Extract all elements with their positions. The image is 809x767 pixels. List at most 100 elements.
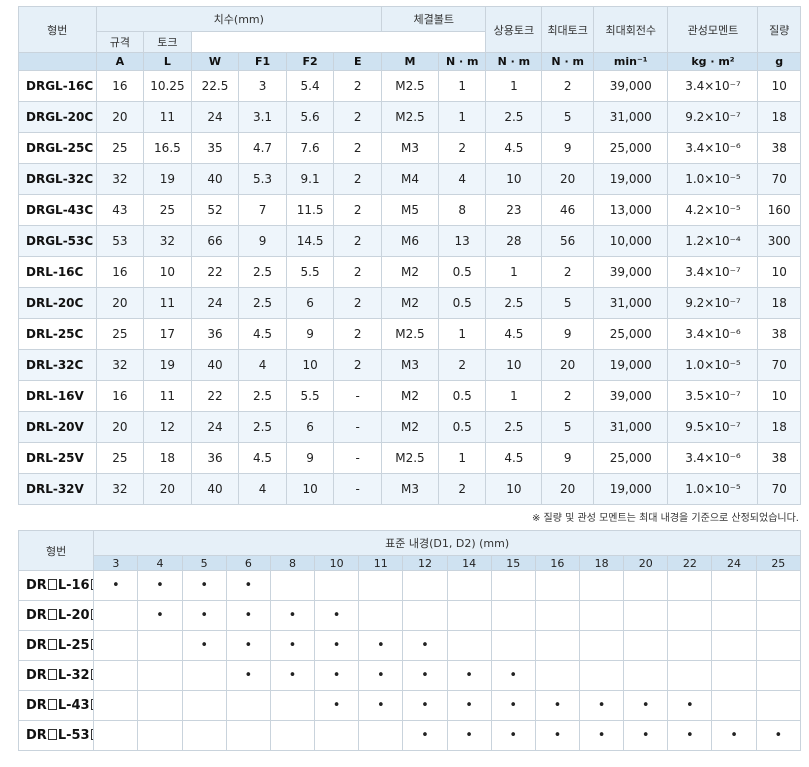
value-cell: M3 xyxy=(381,132,439,164)
availability-cell: • xyxy=(269,630,316,661)
spec-row: DRL-20C 20 11 24 2.5 6 2 M2 0.5 2.5 5 31,000 9.2×10⁻… xyxy=(18,287,801,319)
available-dot: • xyxy=(509,668,518,683)
value-cell: 20 xyxy=(95,287,145,319)
bore-size-cell: 4 xyxy=(137,555,183,571)
availability-cell xyxy=(667,600,713,631)
availability-cell xyxy=(711,690,757,721)
value-cell: 70 xyxy=(757,473,801,505)
availability-cell xyxy=(711,630,757,661)
blank-box-icon xyxy=(47,639,57,650)
value-cell: 2 xyxy=(333,101,383,133)
availability-cell: • xyxy=(667,690,713,721)
value-cell: 32 xyxy=(95,349,145,381)
value-cell: 1.2×10⁻⁴ xyxy=(667,225,759,257)
unit-cell: E xyxy=(333,52,383,71)
value-cell: 11 xyxy=(143,101,192,133)
value-cell: 32 xyxy=(143,225,192,257)
availability-cell: • xyxy=(446,720,492,751)
value-cell: 25 xyxy=(95,442,145,474)
availability-cell xyxy=(314,570,360,601)
spec-row: DRGL-16C 16 10.25 22.5 3 5.4 2 M2.5 1 1 2 39,000 3.4… xyxy=(18,70,801,102)
value-cell: 14.5 xyxy=(285,225,335,257)
bore-size-cell: 25 xyxy=(755,555,802,571)
value-cell: 16 xyxy=(95,70,145,102)
value-cell: 3.4×10⁻⁶ xyxy=(667,132,759,164)
value-cell: 7.6 xyxy=(285,132,335,164)
value-cell: 4 xyxy=(238,473,287,505)
model-prefix: DR xyxy=(26,728,47,743)
availability-cell: • xyxy=(490,720,536,751)
value-cell: M3 xyxy=(381,473,439,505)
value-cell: 16 xyxy=(95,256,145,288)
value-cell: 66 xyxy=(190,225,240,257)
footnote: ※ 질량 및 관성 모멘트는 최대 내경을 기준으로 산정되었습니다. xyxy=(532,513,799,524)
available-dot: • xyxy=(200,638,208,653)
value-cell: - xyxy=(333,473,383,505)
value-cell: 2 xyxy=(333,256,383,288)
spec-table: 형번 치수(mm) 체결볼트 상용토크 최대토크 최대회전수 관성모멘트 질량 … xyxy=(18,6,801,505)
availability-cell: • xyxy=(225,660,271,691)
bore-row: DR L-16 • • • • xyxy=(17,570,802,601)
value-cell: 4.5 xyxy=(485,318,543,350)
value-cell: 2.5 xyxy=(238,411,287,443)
unit-cell: F2 xyxy=(285,52,335,71)
availability-cell xyxy=(490,570,536,601)
availability-cell xyxy=(446,600,492,631)
value-cell: 24 xyxy=(190,411,240,443)
unit-cell: N · m xyxy=(541,52,595,71)
available-dot: • xyxy=(597,728,606,743)
model-prefix: DR xyxy=(26,698,47,713)
availability-cell xyxy=(755,690,802,721)
bore-size-cell: 14 xyxy=(446,555,492,571)
available-dot: • xyxy=(112,578,120,593)
availability-cell xyxy=(225,720,271,751)
value-cell: 3.4×10⁻⁶ xyxy=(667,442,759,474)
value-cell: 40 xyxy=(190,473,240,505)
value-cell: 19,000 xyxy=(593,163,669,195)
available-dot: • xyxy=(244,578,253,593)
availability-cell xyxy=(269,720,316,751)
value-cell: - xyxy=(333,380,383,412)
value-cell: 25,000 xyxy=(593,318,669,350)
value-cell: 2 xyxy=(333,70,383,102)
availability-cell xyxy=(534,660,581,691)
value-cell: 10 xyxy=(485,473,543,505)
value-cell: 2 xyxy=(333,318,383,350)
bore-row: DR L-53 • • • • • • • • • xyxy=(17,720,802,751)
value-cell: 2 xyxy=(437,132,487,164)
value-cell: 18 xyxy=(757,411,801,443)
bore-size-cell: 11 xyxy=(358,555,404,571)
value-cell: 40 xyxy=(190,349,240,381)
available-dot: • xyxy=(686,728,694,743)
value-cell: 1.0×10⁻⁵ xyxy=(667,349,759,381)
value-cell: 19 xyxy=(143,163,192,195)
value-cell: 28 xyxy=(485,225,543,257)
unit-cell: M xyxy=(381,52,439,71)
value-cell: 31,000 xyxy=(593,287,669,319)
availability-cell: • xyxy=(225,570,271,601)
availability-cell xyxy=(490,600,536,631)
spec-row: DRGL-25C 25 16.5 35 4.7 7.6 2 M3 2 4.5 9 25,000 3.4×… xyxy=(18,132,801,164)
bore-model-cell: DR L-25 xyxy=(17,630,95,661)
value-cell: M4 xyxy=(381,163,439,195)
value-cell: 32 xyxy=(95,163,145,195)
value-cell: 7 xyxy=(238,194,287,226)
bore-header-model: 형번 xyxy=(17,530,95,571)
bore-model-cell: DR L-53 xyxy=(17,720,95,751)
value-cell: M2 xyxy=(381,287,439,319)
value-cell: 5.5 xyxy=(285,380,335,412)
value-cell: 16 xyxy=(95,380,145,412)
availability-cell: • xyxy=(269,660,316,691)
bore-row: DR L-25 • • • • • • xyxy=(17,630,802,661)
value-cell: 9.2×10⁻⁷ xyxy=(667,101,759,133)
model-cell: DRL-25C xyxy=(18,318,97,350)
value-cell: 9 xyxy=(541,318,595,350)
availability-cell xyxy=(755,660,802,691)
model-cell: DRGL-16C xyxy=(18,70,97,102)
header-rated-torque: 상용토크 xyxy=(485,6,543,53)
value-cell: 300 xyxy=(757,225,801,257)
availability-cell xyxy=(269,690,316,721)
availability-cell: • xyxy=(137,600,183,631)
spec-row: DRGL-32C 32 19 40 5.3 9.1 2 M4 4 10 20 19,000 1.0×10… xyxy=(18,163,801,195)
value-cell: 18 xyxy=(757,101,801,133)
